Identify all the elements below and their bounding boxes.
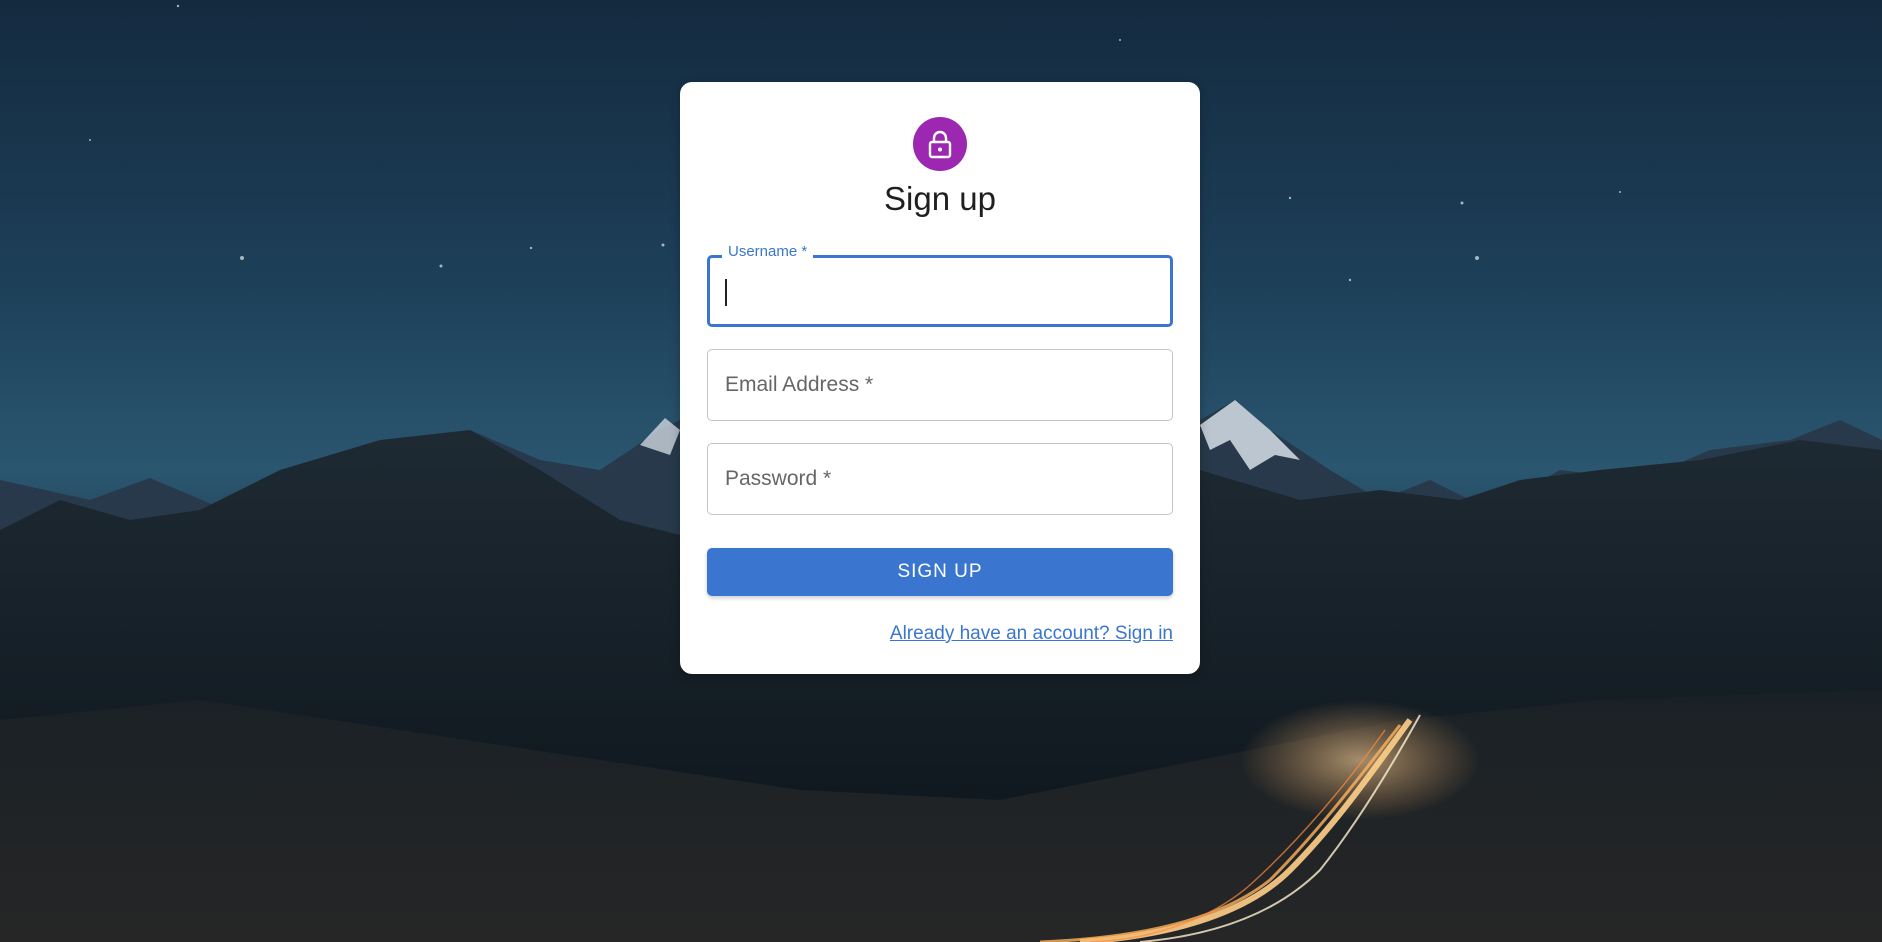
email-input[interactable] [708, 350, 1172, 420]
page-title: Sign up [884, 180, 996, 217]
password-field[interactable]: Password * [707, 443, 1173, 515]
signup-button[interactable]: SIGN UP [707, 548, 1173, 596]
email-field[interactable]: Email Address * [707, 349, 1173, 421]
lock-icon [928, 130, 952, 159]
password-input[interactable] [708, 444, 1172, 514]
avatar [913, 117, 967, 171]
signin-link[interactable]: Already have an account? Sign in [890, 623, 1173, 645]
username-input[interactable] [710, 258, 1170, 324]
signup-card: Sign up Username * Email Address * Passw… [680, 82, 1200, 674]
username-field[interactable]: Username * [707, 243, 1173, 327]
